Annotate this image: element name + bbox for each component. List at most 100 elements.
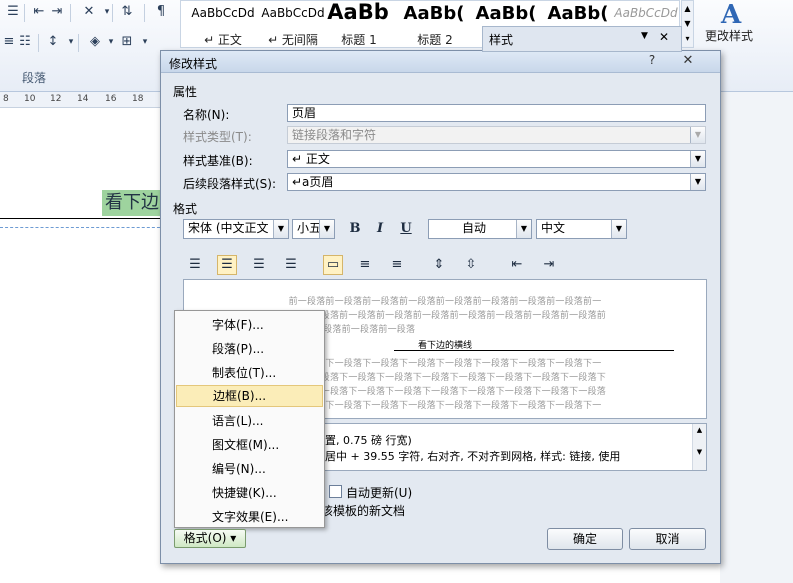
single-spacing-icon[interactable]: ▭: [323, 255, 343, 275]
style-name-normal: ↵ 正文: [204, 33, 242, 47]
bold-button[interactable]: B: [345, 219, 365, 239]
style-name-heading2: 标题 2: [417, 33, 453, 47]
chevron-down-icon[interactable]: ▼: [690, 174, 705, 190]
style-sample-normal[interactable]: AaBbCcDd: [183, 6, 263, 20]
template-option-label: 该模板的新文档: [321, 504, 406, 518]
styles-pane-title: 样式: [489, 33, 514, 47]
dropdown-arrow-icon[interactable]: ▾: [98, 4, 116, 20]
dropdown-arrow-icon[interactable]: ▾: [136, 34, 154, 50]
align-left-icon[interactable]: ☰: [185, 255, 205, 275]
dialog-titlebar[interactable]: 修改样式 ? ✕: [161, 51, 720, 73]
style-sample-heading2[interactable]: AaBb(: [399, 3, 469, 24]
preview-previous-paragraph: 一段落前一段落前一段落: [314, 325, 416, 335]
format-header: 格式: [173, 202, 198, 216]
chevron-down-icon[interactable]: ▼: [319, 220, 334, 238]
menu-item-language[interactable]: 语言(L)...: [176, 410, 323, 432]
menu-item-border[interactable]: 边框(B)...: [176, 385, 323, 407]
selected-heading-text[interactable]: 看下边: [102, 190, 162, 216]
style-sample-no-spacing[interactable]: AaBbCcDd: [253, 6, 333, 20]
numbering-icon[interactable]: ☰: [4, 4, 22, 20]
scroll-up-icon[interactable]: ▲: [693, 424, 706, 436]
style-sample-emphasis[interactable]: AaBbCcDd: [613, 6, 679, 20]
close-icon[interactable]: ✕: [659, 30, 669, 44]
align-center-icon[interactable]: ☰: [217, 255, 237, 275]
based-on-select[interactable]: ↵ 正文 ▼: [287, 150, 706, 168]
menu-item-paragraph[interactable]: 段落(P)...: [176, 338, 323, 360]
font-size-select[interactable]: 小五 ▼: [292, 219, 335, 239]
chevron-down-icon[interactable]: ▼: [516, 220, 531, 238]
style-type-label: 样式类型(T):: [183, 130, 252, 144]
style-type-value: 链接段落和字符: [292, 128, 377, 142]
align-right-icon[interactable]: ☰: [249, 255, 269, 275]
ruler-tick: 8: [3, 94, 9, 104]
name-field[interactable]: 页眉: [287, 104, 706, 122]
following-style-label: 后续段落样式(S):: [183, 177, 277, 191]
styles-pane-header[interactable]: 样式 ▼ ✕: [482, 26, 682, 52]
chevron-down-icon[interactable]: ▼: [611, 220, 626, 238]
menu-item-shortcut-key[interactable]: 快捷键(K)...: [176, 482, 323, 504]
format-button[interactable]: 格式(O) ▾: [174, 529, 246, 548]
preview-previous-paragraph: 前一段落前一段落前一段落前一段落前一段落前一段落前一段落前一段落前一: [288, 297, 602, 307]
scroll-down-icon[interactable]: ▼: [693, 446, 706, 458]
underline-button[interactable]: U: [396, 219, 416, 239]
paragraph-group-label: 段落: [22, 71, 47, 85]
distributed-icon[interactable]: ☷: [16, 34, 34, 50]
chevron-down-icon[interactable]: ▼: [641, 31, 648, 41]
scroll-up-icon[interactable]: ▲: [682, 1, 693, 16]
auto-update-checkbox[interactable]: [329, 485, 342, 498]
right-panel-background: [720, 92, 793, 583]
description-scrollbar[interactable]: ▲ ▼: [692, 424, 706, 470]
separator: [112, 4, 113, 22]
style-sample-title[interactable]: AaBb(: [471, 3, 541, 24]
justify-icon[interactable]: ☰: [281, 255, 301, 275]
double-spacing-icon[interactable]: ≡: [387, 255, 407, 275]
style-sample-subtitle[interactable]: AaBb(: [543, 3, 613, 24]
decrease-indent-icon[interactable]: ⇤: [507, 255, 527, 275]
borders-icon[interactable]: ⊞: [118, 34, 136, 50]
ruler-tick: 14: [77, 94, 89, 104]
close-button[interactable]: ✕: [679, 53, 697, 69]
auto-update-label: 自动更新(U): [346, 486, 413, 500]
chevron-down-icon[interactable]: ▼: [273, 220, 288, 238]
one-half-spacing-icon[interactable]: ≡: [355, 255, 375, 275]
menu-item-frame[interactable]: 图文框(M)...: [176, 434, 323, 456]
font-select[interactable]: 宋体 (中文正文 ▼: [183, 219, 289, 239]
following-style-select[interactable]: ↵a页眉 ▼: [287, 173, 706, 191]
document-page[interactable]: [0, 108, 165, 583]
help-button[interactable]: ?: [643, 53, 661, 69]
language-select[interactable]: 中文 ▼: [536, 219, 627, 239]
chinese-layout-icon[interactable]: ✕: [80, 4, 98, 20]
decrease-paragraph-spacing-icon[interactable]: ⇳: [461, 255, 481, 275]
menu-item-font[interactable]: 字体(F)...: [176, 314, 323, 336]
more-styles-icon[interactable]: ▾: [682, 31, 693, 46]
show-marks-icon[interactable]: ¶: [152, 4, 170, 20]
change-styles-icon: A: [721, 0, 742, 30]
header-boundary: [0, 227, 165, 228]
style-name-heading1: 标题 1: [341, 33, 377, 47]
ruler-tick: 18: [132, 94, 144, 104]
chevron-down-icon[interactable]: ▼: [690, 151, 705, 167]
language-value: 中文: [541, 221, 566, 235]
line-spacing-icon[interactable]: ↕: [44, 34, 62, 50]
style-sample-heading1[interactable]: AaBb: [323, 0, 393, 24]
increase-indent-icon[interactable]: ⇥: [539, 255, 559, 275]
ruler-tick: 12: [50, 94, 62, 104]
cancel-button[interactable]: 取消: [629, 528, 706, 550]
description-line: 设置, 0.75 磅 行宽): [314, 434, 412, 447]
scroll-down-icon[interactable]: ▼: [682, 16, 693, 31]
increase-paragraph-spacing-icon[interactable]: ⇕: [429, 255, 449, 275]
separator: [78, 34, 79, 52]
font-color-value: 自动: [461, 221, 486, 235]
increase-indent-icon[interactable]: ⇥: [48, 4, 66, 20]
ok-button[interactable]: 确定: [547, 528, 623, 550]
font-color-select[interactable]: 自动 ▼: [428, 219, 532, 239]
sort-icon[interactable]: ⇅: [118, 4, 136, 20]
font-size-value: 小五: [297, 221, 322, 235]
menu-item-text-effects[interactable]: 文字效果(E)...: [176, 506, 323, 528]
menu-item-tabs[interactable]: 制表位(T)...: [176, 362, 323, 384]
italic-button[interactable]: I: [370, 219, 390, 239]
decrease-indent-icon[interactable]: ⇤: [30, 4, 48, 20]
gallery-scroll[interactable]: ▲ ▼ ▾: [681, 0, 694, 48]
name-label: 名称(N):: [183, 108, 230, 122]
menu-item-numbering[interactable]: 编号(N)...: [176, 458, 323, 480]
